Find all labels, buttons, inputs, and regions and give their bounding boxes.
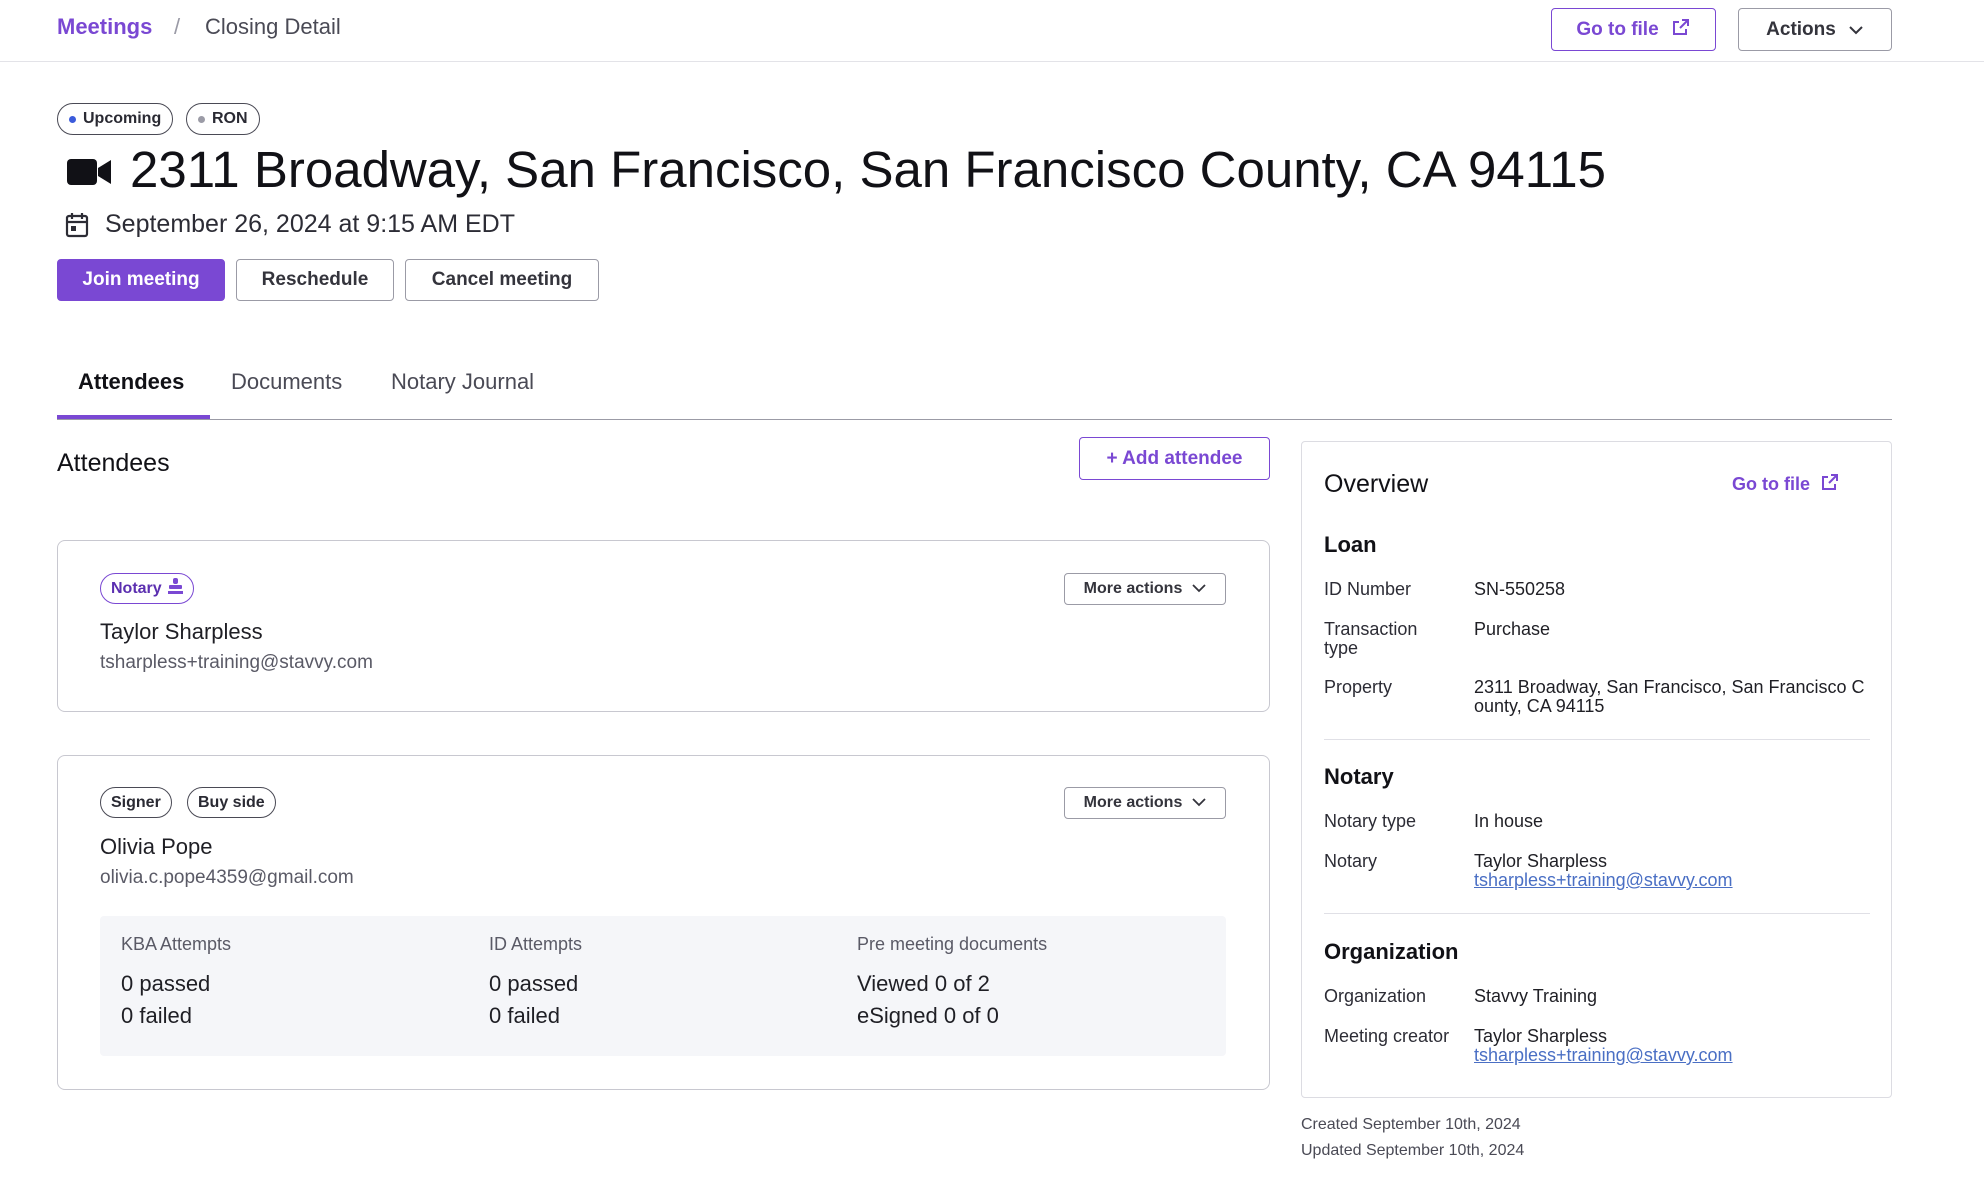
overview-title: Overview (1324, 470, 1429, 498)
more-actions-label: More actions (1083, 580, 1183, 597)
go-to-file-label: Go to file (1732, 474, 1810, 494)
role-badge-notary: Notary (100, 573, 194, 604)
overview-go-to-file-link[interactable]: Go to file (1732, 472, 1840, 497)
cancel-meeting-button[interactable]: Cancel meeting (405, 259, 599, 301)
created-date: Created September 10th, 2024 (1301, 1116, 1521, 1133)
attendee-card: Notary More actions Taylor Sharpless tsh… (57, 540, 1270, 712)
property-value: 2311 Broadway, San Francisco, San Franci… (1474, 677, 1865, 716)
notary-heading: Notary (1324, 764, 1394, 789)
transaction-type-value: Purchase (1474, 619, 1551, 639)
actions-dropdown-button[interactable]: Actions (1738, 8, 1892, 51)
more-actions-label: More actions (1083, 794, 1183, 811)
stamp-icon (167, 578, 183, 599)
attendee-name: Taylor Sharpless (100, 619, 263, 644)
attendee-email: tsharpless+training@stavvy.com (100, 652, 373, 673)
more-actions-button[interactable]: More actions (1064, 787, 1226, 819)
go-to-file-button[interactable]: Go to file (1551, 8, 1716, 51)
attendee-name: Olivia Pope (100, 834, 213, 859)
stat-label: ID Attempts (489, 934, 583, 954)
chevron-down-icon (1192, 580, 1206, 598)
attendee-card: Signer Buy side More actions Olivia Pope… (57, 755, 1270, 1090)
stat-value: eSigned 0 of 0 (857, 1003, 999, 1028)
tab-notary-journal[interactable]: Notary Journal (391, 369, 534, 395)
organization-value: Stavvy Training (1474, 986, 1598, 1006)
notary-value: Taylor Sharpless tsharpless+training@sta… (1474, 852, 1869, 890)
kba-attempts-stat: KBA Attempts 0 passed 0 failed (121, 934, 231, 1032)
breadcrumb-separator: / (174, 14, 181, 39)
attendee-email: olivia.c.pope4359@gmail.com (100, 867, 354, 888)
updated-date: Updated September 10th, 2024 (1301, 1142, 1525, 1159)
breadcrumb-meetings-link[interactable]: Meetings (57, 14, 152, 40)
external-link-icon (1671, 17, 1691, 43)
id-number-label: ID Number (1324, 579, 1412, 599)
stat-value: 0 failed (489, 1003, 560, 1028)
meeting-creator-value: Taylor Sharpless tsharpless+training@sta… (1474, 1027, 1869, 1065)
tab-bar: Attendees Documents Notary Journal (57, 357, 1892, 420)
go-to-file-label: Go to file (1576, 18, 1659, 40)
actions-label: Actions (1766, 18, 1836, 40)
transaction-type-label: Transaction type (1324, 619, 1418, 658)
more-actions-button[interactable]: More actions (1064, 573, 1226, 605)
notary-label: Notary (1324, 851, 1378, 871)
pre-meeting-documents-stat: Pre meeting documents Viewed 0 of 2 eSig… (857, 934, 1047, 1032)
chevron-down-icon (1848, 19, 1864, 41)
join-meeting-button[interactable]: Join meeting (57, 259, 225, 301)
status-badge-label: Upcoming (83, 110, 162, 127)
stat-label: KBA Attempts (121, 934, 232, 954)
section-divider (1324, 739, 1870, 740)
external-link-icon (1820, 472, 1840, 497)
meeting-creator-email-link[interactable]: tsharpless+training@stavvy.com (1474, 1046, 1733, 1065)
active-tab-indicator (57, 415, 210, 419)
role-badge-label: Buy side (198, 793, 265, 811)
organization-heading: Organization (1324, 939, 1459, 964)
notary-name: Taylor Sharpless (1474, 851, 1608, 871)
section-divider (1324, 913, 1870, 914)
page-title: 2311 Broadway, San Francisco, San Franci… (130, 141, 1607, 198)
notary-type-label: Notary type (1324, 811, 1417, 831)
meeting-creator-label: Meeting creator (1324, 1026, 1450, 1046)
tab-attendees[interactable]: Attendees (78, 369, 184, 395)
stat-label: Pre meeting documents (857, 934, 1048, 954)
notary-email-link[interactable]: tsharpless+training@stavvy.com (1474, 871, 1733, 890)
meeting-creator-name: Taylor Sharpless (1474, 1026, 1608, 1046)
status-dot (69, 115, 76, 123)
status-badge-ron: RON (186, 103, 260, 135)
top-bar: Meetings / Closing Detail Go to file Act… (0, 0, 1984, 62)
tab-documents[interactable]: Documents (231, 369, 342, 395)
reschedule-button[interactable]: Reschedule (236, 259, 394, 301)
notary-type-value: In house (1474, 811, 1544, 831)
chevron-down-icon (1192, 794, 1206, 812)
id-number-value: SN-550258 (1474, 579, 1566, 599)
stat-value: Viewed 0 of 2 (857, 971, 990, 996)
calendar-icon (65, 212, 89, 243)
loan-heading: Loan (1324, 532, 1377, 557)
stat-value: 0 failed (121, 1003, 192, 1028)
property-label: Property (1324, 677, 1393, 697)
breadcrumb-current: Closing Detail (205, 14, 341, 39)
attendee-stats-panel: KBA Attempts 0 passed 0 failed ID Attemp… (100, 916, 1226, 1056)
meeting-datetime: September 26, 2024 at 9:15 AM EDT (105, 210, 515, 238)
role-badge-label: Notary (111, 579, 162, 597)
video-camera-icon (67, 157, 111, 192)
id-attempts-stat: ID Attempts 0 passed 0 failed (489, 934, 582, 1032)
stat-value: 0 passed (489, 971, 579, 996)
add-attendee-button[interactable]: + Add attendee (1079, 437, 1270, 480)
status-badge-label: RON (212, 110, 248, 127)
status-badge-upcoming: Upcoming (57, 103, 174, 135)
role-badge-buy-side: Buy side (187, 787, 276, 818)
role-badge-label: Signer (111, 793, 161, 811)
role-badge-signer: Signer (100, 787, 172, 818)
status-dot (198, 115, 205, 123)
attendees-section-title: Attendees (57, 449, 170, 477)
organization-label: Organization (1324, 986, 1427, 1006)
stat-value: 0 passed (121, 971, 211, 996)
overview-panel: Overview Go to file Loan ID Number SN-55… (1301, 441, 1892, 1098)
